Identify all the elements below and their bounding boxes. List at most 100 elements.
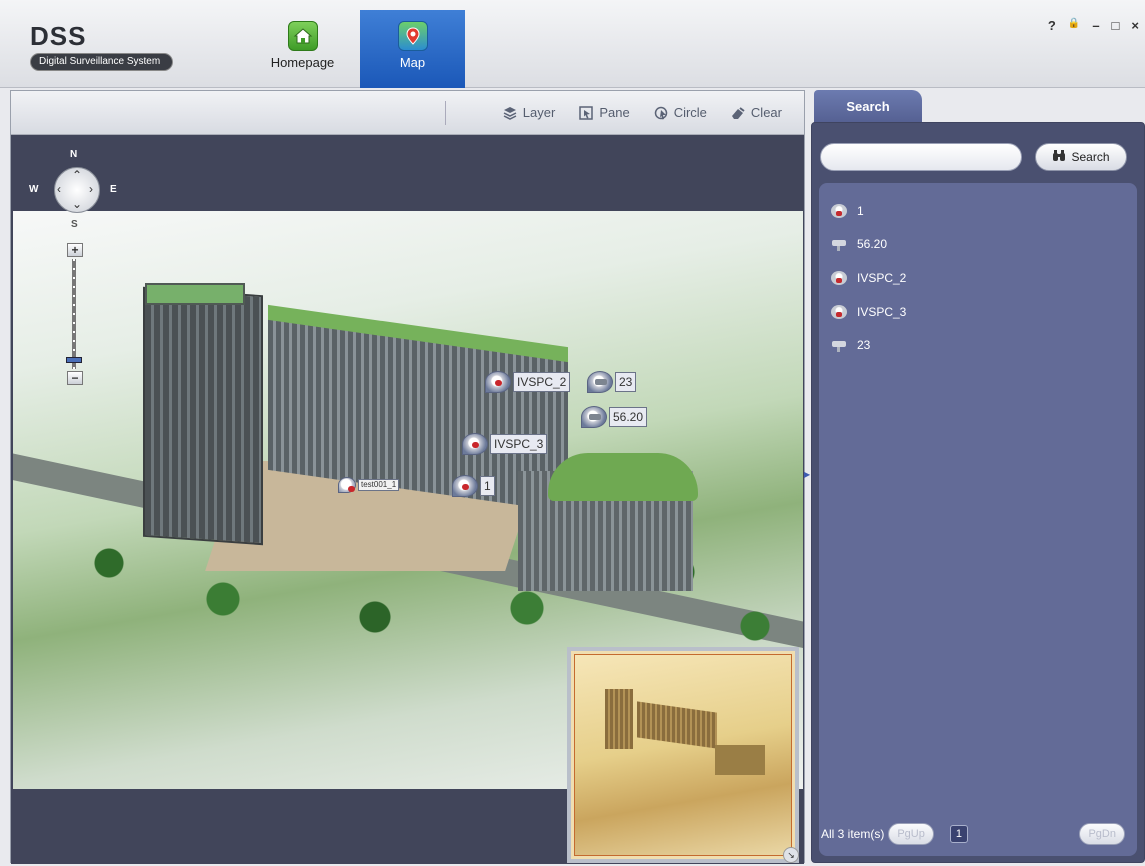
map-marker-ivspc-2[interactable]: IVSPC_2 [485,371,571,393]
map-marker-1[interactable]: 1 [452,475,495,497]
map-marker-label: 56.20 [609,407,648,427]
close-button[interactable]: × [1131,18,1139,33]
bullet-camera-icon [587,371,613,393]
pan-left-arrow-icon[interactable]: ‹ [57,182,61,196]
dome-camera-icon [485,371,511,393]
search-button-label: Search [1071,150,1110,164]
app-logo: DSS Digital Surveillance System [30,21,174,71]
compass-west-label: W [29,184,39,195]
nav-tab-map[interactable]: Map [360,10,465,88]
map-building-tower-roof [145,283,245,305]
pane-select-icon [579,105,594,120]
toolbar-divider [445,101,446,125]
map-pin-icon [397,21,428,51]
map-marker-label: 1 [480,476,495,496]
bullet-camera-icon [831,237,847,251]
house-icon [287,21,318,51]
lock-button[interactable]: 🔒 [1068,18,1080,33]
map-building-c-roof [548,453,698,501]
nav-tab-homepage-label: Homepage [270,55,335,70]
circle-button[interactable]: Circle [654,105,707,120]
search-results-list: 1 56.20 IVSPC_2 IVSPC_3 23 All 3 item(s)… [819,183,1137,856]
pane-button[interactable]: Pane [579,105,630,120]
bullet-camera-icon [831,338,847,352]
map-marker-test001-1[interactable]: test001_1 [338,477,400,493]
pan-up-arrow-icon[interactable]: ⌃ [72,168,82,182]
result-item-ivspc-3[interactable]: IVSPC_3 [831,302,906,322]
clear-button[interactable]: Clear [731,105,782,120]
pan-right-arrow-icon[interactable]: › [89,182,93,196]
window-controls: ? 🔒 – □ × [1048,18,1139,33]
map-marker-label: IVSPC_2 [513,372,571,392]
map-marker-label: 23 [615,372,637,392]
compass-north-label: N [70,149,78,160]
nav-tab-map-label: Map [399,55,426,70]
dome-camera-icon [831,305,847,319]
clear-label: Clear [750,105,782,120]
bullet-camera-icon [581,406,607,428]
pgdn-button[interactable]: PgDn [1079,823,1125,845]
overview-building [605,689,633,749]
app-subtitle: Digital Surveillance System [30,53,174,71]
dome-camera-icon [831,204,847,218]
result-item-23[interactable]: 23 [831,335,870,355]
layers-icon [503,106,517,120]
map-marker-label: test001_1 [358,479,400,491]
maximize-button[interactable]: □ [1112,18,1120,33]
map-marker-label: IVSPC_3 [490,434,548,454]
result-item-label: 23 [857,338,871,352]
map-overview[interactable]: ↘ [567,647,799,863]
dome-camera-icon [338,477,356,493]
zoom-slider-thumb[interactable] [66,357,82,363]
pgup-button[interactable]: PgUp [888,823,934,845]
result-item-ivspc-2[interactable]: IVSPC_2 [831,268,906,288]
dome-camera-icon [462,433,488,455]
eraser-icon [731,106,745,120]
search-body: Search 1 56.20 IVSPC_2 IVSPC_3 23 All 3 … [811,122,1145,863]
layer-label: Layer [522,105,556,120]
compass-control: N W E S ⌃ ⌄ ‹ › [27,149,117,239]
layer-button[interactable]: Layer [503,105,556,120]
overview-viewport[interactable] [574,654,792,856]
dome-camera-icon [831,271,847,285]
result-item-label: 1 [857,204,864,218]
overview-resize-icon[interactable]: ↘ [783,847,799,863]
zoom-out-button[interactable]: − [67,371,83,385]
pager: All 3 item(s) PgUp 1 PgDn [821,822,1135,846]
app-title: DSS [30,21,87,51]
map-building-tower [143,286,263,546]
zoom-control: + − [66,243,83,393]
pager-summary: All 3 item(s) [821,827,885,841]
binoculars-icon [1052,149,1066,165]
map-marker-ivspc-3[interactable]: IVSPC_3 [462,433,548,455]
result-item-label: IVSPC_2 [857,271,907,285]
overview-building [637,701,717,749]
map-marker-56-20[interactable]: 56.20 [581,406,648,428]
help-button[interactable]: ? [1048,18,1056,33]
pane-label: Pane [599,105,630,120]
circle-select-icon [654,106,668,120]
result-item-label: IVSPC_3 [857,305,907,319]
result-item-56-20[interactable]: 56.20 [831,234,887,254]
dome-camera-icon [452,475,478,497]
search-panel: Search Search 1 56.20 IVSPC_2 IVSPC_3 23… [811,90,1145,863]
pan-down-arrow-icon[interactable]: ⌄ [72,197,82,211]
map-panel: Layer Pane Circle Clear N W E S ⌃ ⌄ ‹ › … [10,90,805,864]
top-bar: DSS Digital Surveillance System Homepage… [0,0,1145,88]
overview-building [715,745,765,775]
search-input[interactable] [820,143,1022,171]
circle-label: Circle [673,105,707,120]
tab-search[interactable]: Search [814,90,922,124]
result-item-1[interactable]: 1 [831,201,864,221]
zoom-slider-track[interactable] [66,259,82,369]
minimize-button[interactable]: – [1092,18,1099,33]
zoom-in-button[interactable]: + [67,243,83,257]
map-marker-23[interactable]: 23 [587,371,637,393]
page-number[interactable]: 1 [949,825,968,843]
search-button[interactable]: Search [1035,143,1127,171]
result-item-label: 56.20 [857,237,888,251]
nav-tab-homepage[interactable]: Homepage [250,10,355,88]
panel-collapse-arrow-icon[interactable]: ▶ [804,470,810,486]
map-toolbar: Layer Pane Circle Clear [11,91,804,135]
compass-south-label: S [71,219,78,230]
